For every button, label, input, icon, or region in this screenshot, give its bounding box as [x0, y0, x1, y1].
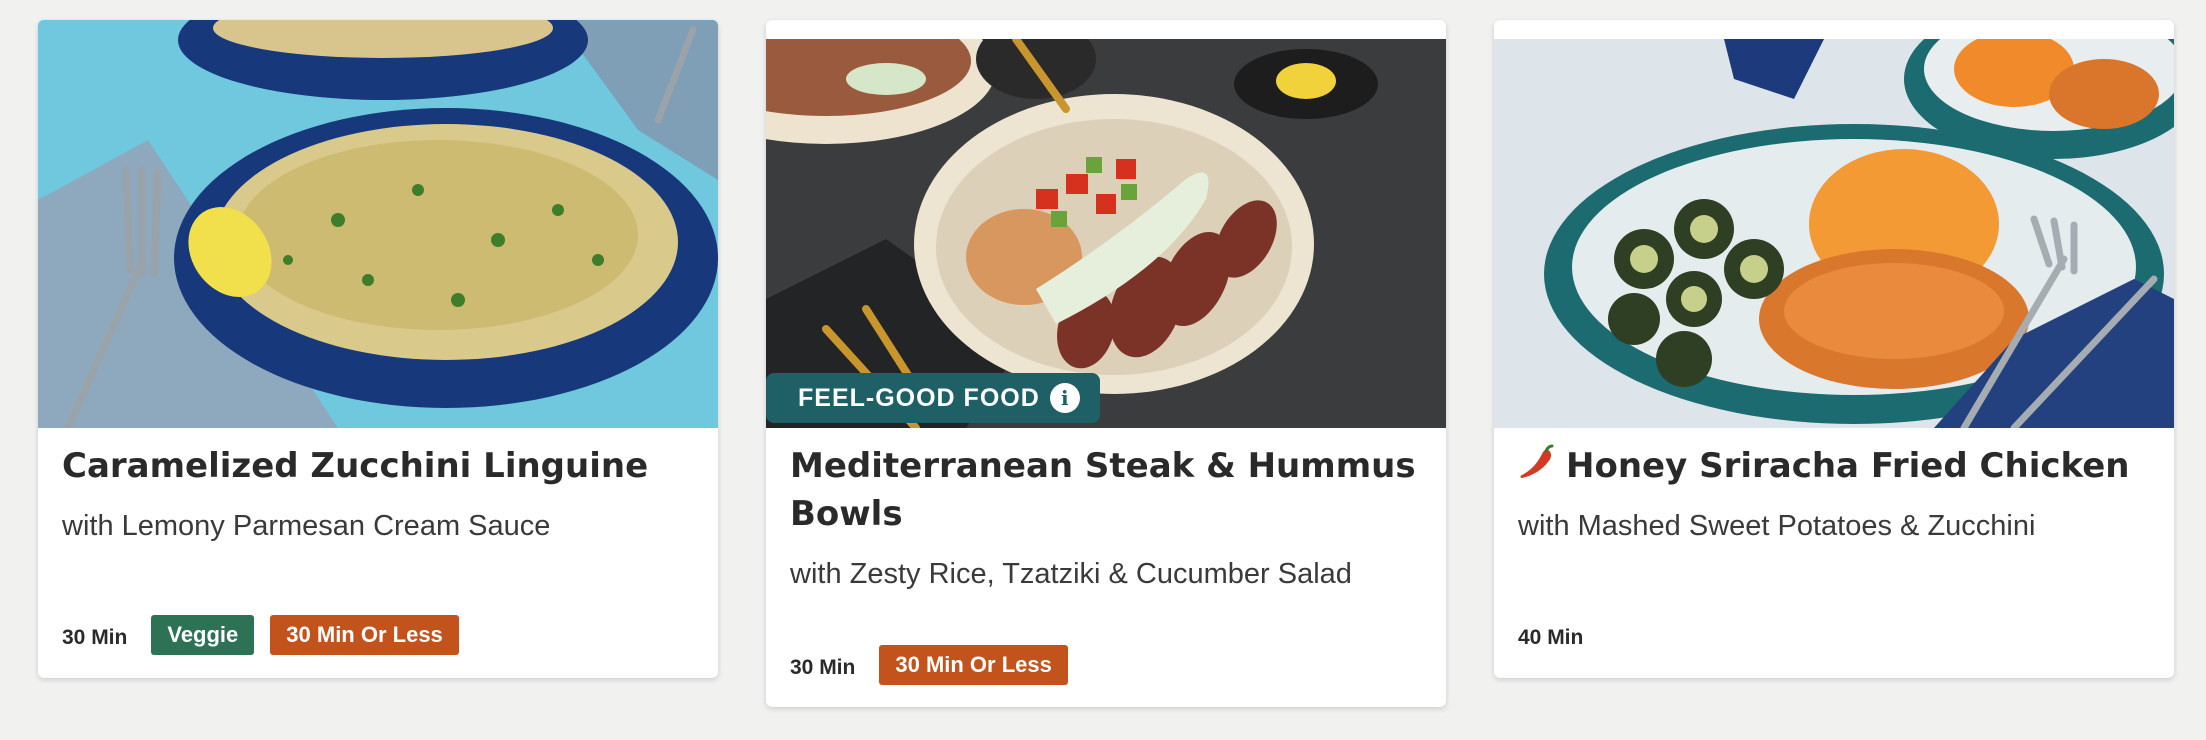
- recipe-subtitle: with Mashed Sweet Potatoes & Zucchini: [1518, 510, 2036, 542]
- recipe-meta: 30 Min 30 Min Or Less: [790, 644, 1084, 686]
- recipe-title[interactable]: Honey Sriracha Fried Chicken: [1518, 442, 2150, 490]
- recipe-meta: 30 Min Veggie 30 Min Or Less: [62, 614, 475, 656]
- recipe-meta: 40 Min: [1518, 614, 1607, 656]
- cook-time: 30 Min: [790, 656, 856, 679]
- recipe-card[interactable]: Honey Sriracha Fried Chicken with Mashed…: [1494, 20, 2174, 678]
- cook-time: 30 Min: [62, 626, 128, 649]
- recipe-subtitle: with Zesty Rice, Tzatziki & Cucumber Sal…: [790, 558, 1352, 590]
- recipe-subtitle: with Lemony Parmesan Cream Sauce: [62, 510, 551, 542]
- recipe-image[interactable]: [1494, 39, 2174, 428]
- spicy-pepper-icon: [1520, 444, 1554, 478]
- recipe-title[interactable]: Mediterranean Steak & Hummus Bowls: [790, 442, 1422, 538]
- recipe-image[interactable]: [38, 20, 718, 428]
- recipe-card[interactable]: Caramelized Zucchini Linguine with Lemon…: [38, 20, 718, 678]
- cook-time: 40 Min: [1518, 626, 1584, 649]
- recipe-image[interactable]: FEEL-GOOD FOOD i: [766, 39, 1446, 428]
- tag-30-min-or-less: 30 Min Or Less: [879, 645, 1068, 685]
- tag-30-min-or-less: 30 Min Or Less: [270, 615, 459, 655]
- info-icon[interactable]: i: [1049, 383, 1080, 413]
- badge-label: FEEL-GOOD FOOD: [798, 383, 1040, 412]
- tag-veggie: Veggie: [151, 615, 255, 655]
- recipe-title[interactable]: Caramelized Zucchini Linguine: [62, 442, 694, 490]
- feel-good-food-badge[interactable]: FEEL-GOOD FOOD i: [766, 373, 1100, 423]
- recipe-card[interactable]: FEEL-GOOD FOOD i Mediterranean Steak & H…: [766, 20, 1446, 707]
